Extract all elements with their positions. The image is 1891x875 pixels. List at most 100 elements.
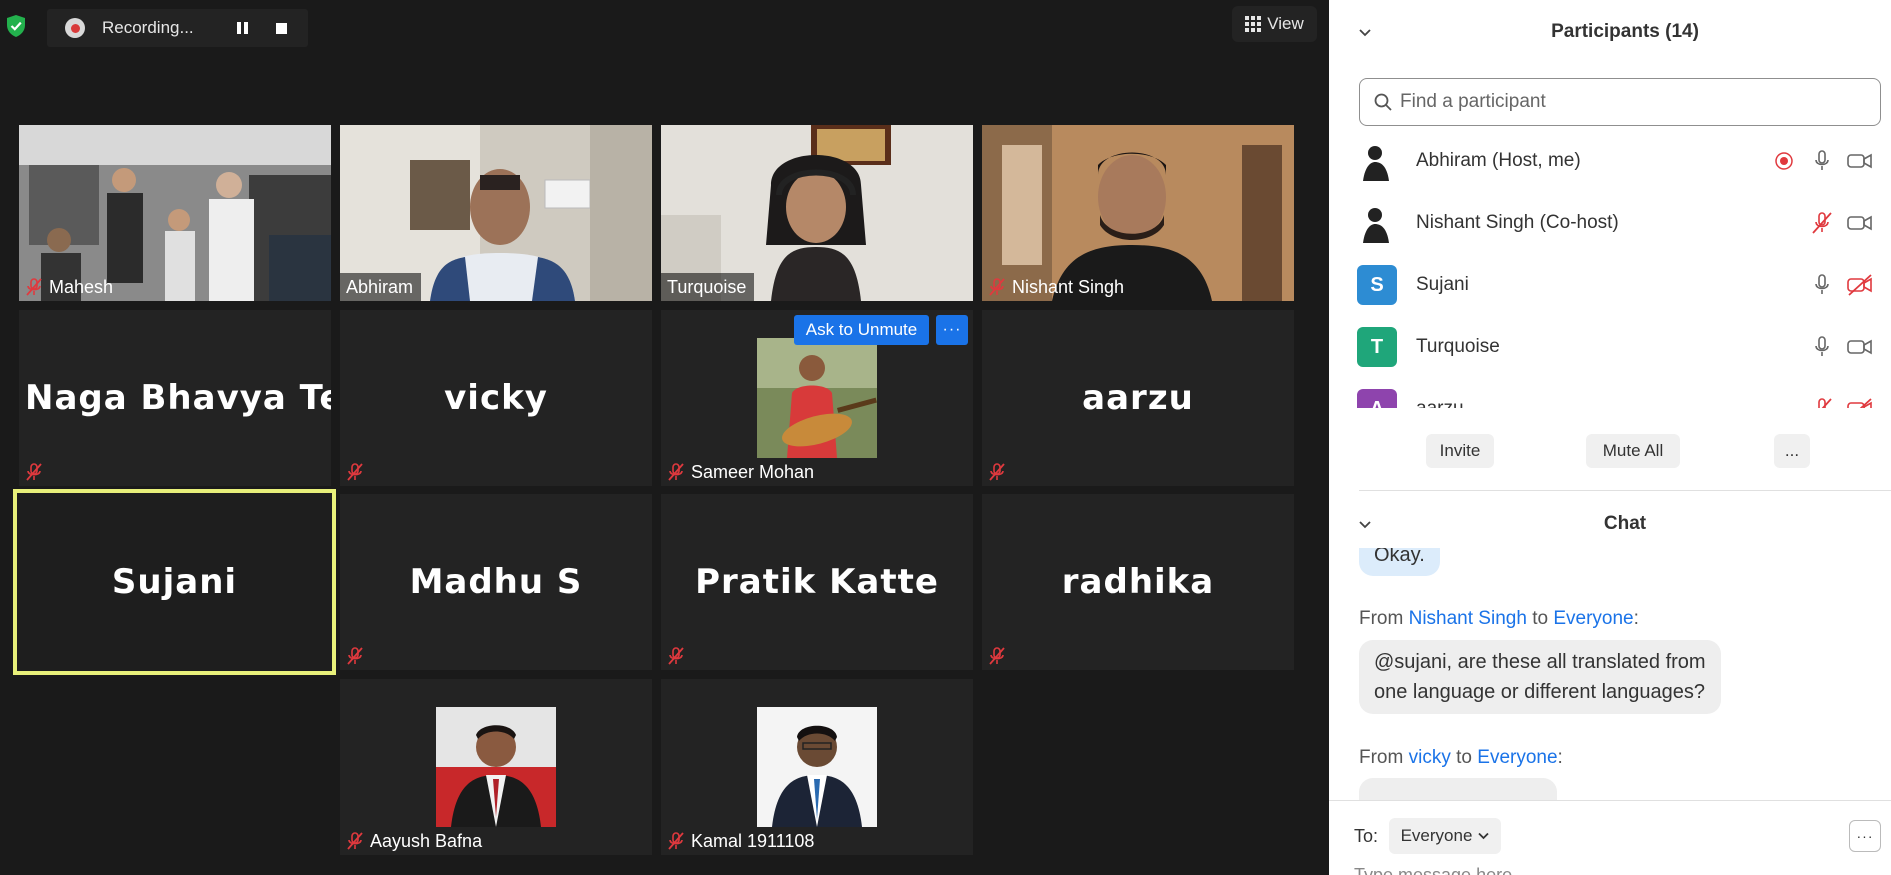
ask-to-unmute-button[interactable]: Ask to Unmute	[794, 315, 929, 345]
video-tile-pratik-katte[interactable]: Pratik Katte	[661, 494, 973, 670]
mic-icon[interactable]	[1809, 335, 1835, 359]
participant-search-box[interactable]	[1359, 78, 1881, 126]
video-camera-icon[interactable]	[1847, 149, 1873, 173]
participant-label	[982, 642, 1014, 670]
video-tile-abhiram[interactable]: Abhiram	[340, 125, 652, 301]
muted-mic-icon	[668, 647, 684, 665]
mute-all-button[interactable]: Mute All	[1586, 434, 1680, 468]
avatar	[1357, 203, 1397, 243]
participant-row-name: Abhiram (Host, me)	[1416, 150, 1581, 171]
participant-label	[340, 458, 372, 486]
video-tile-turquoise[interactable]: Turquoise	[661, 125, 973, 301]
participant-label: Aayush Bafna	[340, 827, 490, 855]
participant-name: Abhiram	[346, 276, 414, 297]
muted-mic-icon[interactable]	[1809, 397, 1835, 408]
participant-row-icons	[1809, 335, 1873, 359]
video-tile-aarzu[interactable]: aarzu	[982, 310, 1294, 486]
participant-search-input[interactable]	[1400, 91, 1860, 113]
avatar	[1357, 141, 1397, 181]
chat-title: Chat	[1603, 513, 1647, 534]
panel-divider	[1359, 490, 1891, 491]
participant-display-name: Naga Bhavya Te...	[25, 378, 331, 418]
avatar: A	[1357, 389, 1397, 408]
pause-icon	[236, 22, 248, 34]
participant-name: Nishant Singh	[1012, 276, 1125, 297]
participant-row[interactable]: Nishant Singh (Co-host)	[1329, 192, 1891, 254]
video-tile-kamal[interactable]: Kamal 1911108	[661, 679, 973, 855]
participant-row[interactable]: A aarzu	[1329, 378, 1891, 408]
profile-picture	[436, 707, 556, 827]
chat-footer-divider	[1329, 800, 1891, 801]
chat-more-button[interactable]: ···	[1849, 820, 1881, 852]
participant-row-name: Sujani	[1416, 274, 1469, 295]
stop-recording-button[interactable]	[266, 13, 296, 43]
muted-mic-icon	[989, 278, 1005, 296]
recipient-dropdown[interactable]: Everyone	[1389, 818, 1501, 854]
participant-label: Abhiram	[340, 273, 422, 301]
view-label: View	[1267, 14, 1304, 33]
avatar: T	[1357, 327, 1397, 367]
participant-name: Turquoise	[667, 276, 747, 297]
shield-icon[interactable]	[5, 14, 27, 38]
search-icon	[1374, 93, 1392, 111]
recipient-link[interactable]: Everyone	[1477, 747, 1557, 768]
sender-link[interactable]: Nishant Singh	[1409, 608, 1527, 629]
muted-mic-icon	[989, 463, 1005, 481]
invite-button[interactable]: Invite	[1426, 434, 1494, 468]
chevron-down-icon[interactable]	[1359, 26, 1371, 38]
from-prefix: From	[1359, 608, 1404, 629]
video-tile-vicky[interactable]: vicky	[340, 310, 652, 486]
participants-more-button[interactable]: ...	[1774, 434, 1810, 468]
participant-row[interactable]: Abhiram (Host, me)	[1329, 130, 1891, 192]
pause-recording-button[interactable]	[227, 13, 257, 43]
participant-display-name: Madhu S	[409, 562, 583, 602]
video-tile-naga-bhavya[interactable]: Naga Bhavya Te...	[19, 310, 331, 486]
video-camera-icon[interactable]	[1847, 335, 1873, 359]
participant-row-icons	[1809, 211, 1873, 235]
participant-row[interactable]: T Turquoise	[1329, 316, 1891, 378]
muted-mic-icon[interactable]	[1809, 211, 1835, 235]
muted-mic-icon	[26, 278, 42, 296]
video-off-icon[interactable]	[1847, 273, 1873, 297]
view-button[interactable]: View	[1232, 6, 1317, 42]
video-tile-sujani[interactable]: Sujani	[13, 489, 336, 675]
sender-link[interactable]: vicky	[1409, 747, 1451, 768]
video-tile-radhika[interactable]: radhika	[982, 494, 1294, 670]
mic-icon[interactable]	[1809, 149, 1835, 173]
video-tile-mahesh[interactable]: Mahesh	[19, 125, 331, 301]
video-tile-nishant-singh[interactable]: Nishant Singh	[982, 125, 1294, 301]
participant-row-icons	[1771, 149, 1873, 173]
chat-sender-line: From Nishant Singh to Everyone:	[1359, 608, 1639, 630]
colon: :	[1633, 608, 1639, 629]
chat-sender-line: From vicky to Everyone:	[1359, 747, 1563, 769]
participant-row-icons	[1809, 397, 1873, 408]
chevron-down-icon[interactable]	[1359, 518, 1371, 530]
participant-name: Aayush Bafna	[370, 830, 483, 851]
recipient-link[interactable]: Everyone	[1553, 608, 1633, 629]
video-tile-aayush-bafna[interactable]: Aayush Bafna	[340, 679, 652, 855]
chat-input-placeholder[interactable]: Type message here...	[1354, 866, 1527, 875]
video-tile-madhu-s[interactable]: Madhu S	[340, 494, 652, 670]
video-off-icon[interactable]	[1847, 397, 1873, 408]
side-panel: Participants (14) Abhiram (Host, me)	[1329, 0, 1891, 875]
participant-name: Kamal 1911108	[691, 830, 815, 851]
participant-label: Nishant Singh	[982, 273, 1132, 301]
participant-row[interactable]: S Sujani	[1329, 254, 1891, 316]
profile-picture	[757, 338, 877, 458]
muted-mic-icon	[347, 463, 363, 481]
mic-icon[interactable]	[1809, 273, 1835, 297]
muted-mic-icon	[668, 832, 684, 850]
from-prefix: From	[1359, 747, 1404, 768]
tile-more-button[interactable]: ···	[936, 315, 968, 345]
participant-label	[340, 642, 372, 670]
recording-bar: Recording...	[47, 9, 308, 47]
muted-mic-icon	[347, 647, 363, 665]
chat-line: @sujani, are these all translated from	[1374, 651, 1706, 673]
participant-name: Mahesh	[49, 276, 114, 297]
to-word: to	[1532, 608, 1549, 629]
muted-mic-icon	[347, 832, 363, 850]
recording-indicator-icon	[1771, 149, 1797, 173]
chat-messages: Okay. From Nishant Singh to Everyone: @s…	[1329, 548, 1891, 800]
video-camera-icon[interactable]	[1847, 211, 1873, 235]
participants-header: Participants (14)	[1329, 0, 1891, 64]
